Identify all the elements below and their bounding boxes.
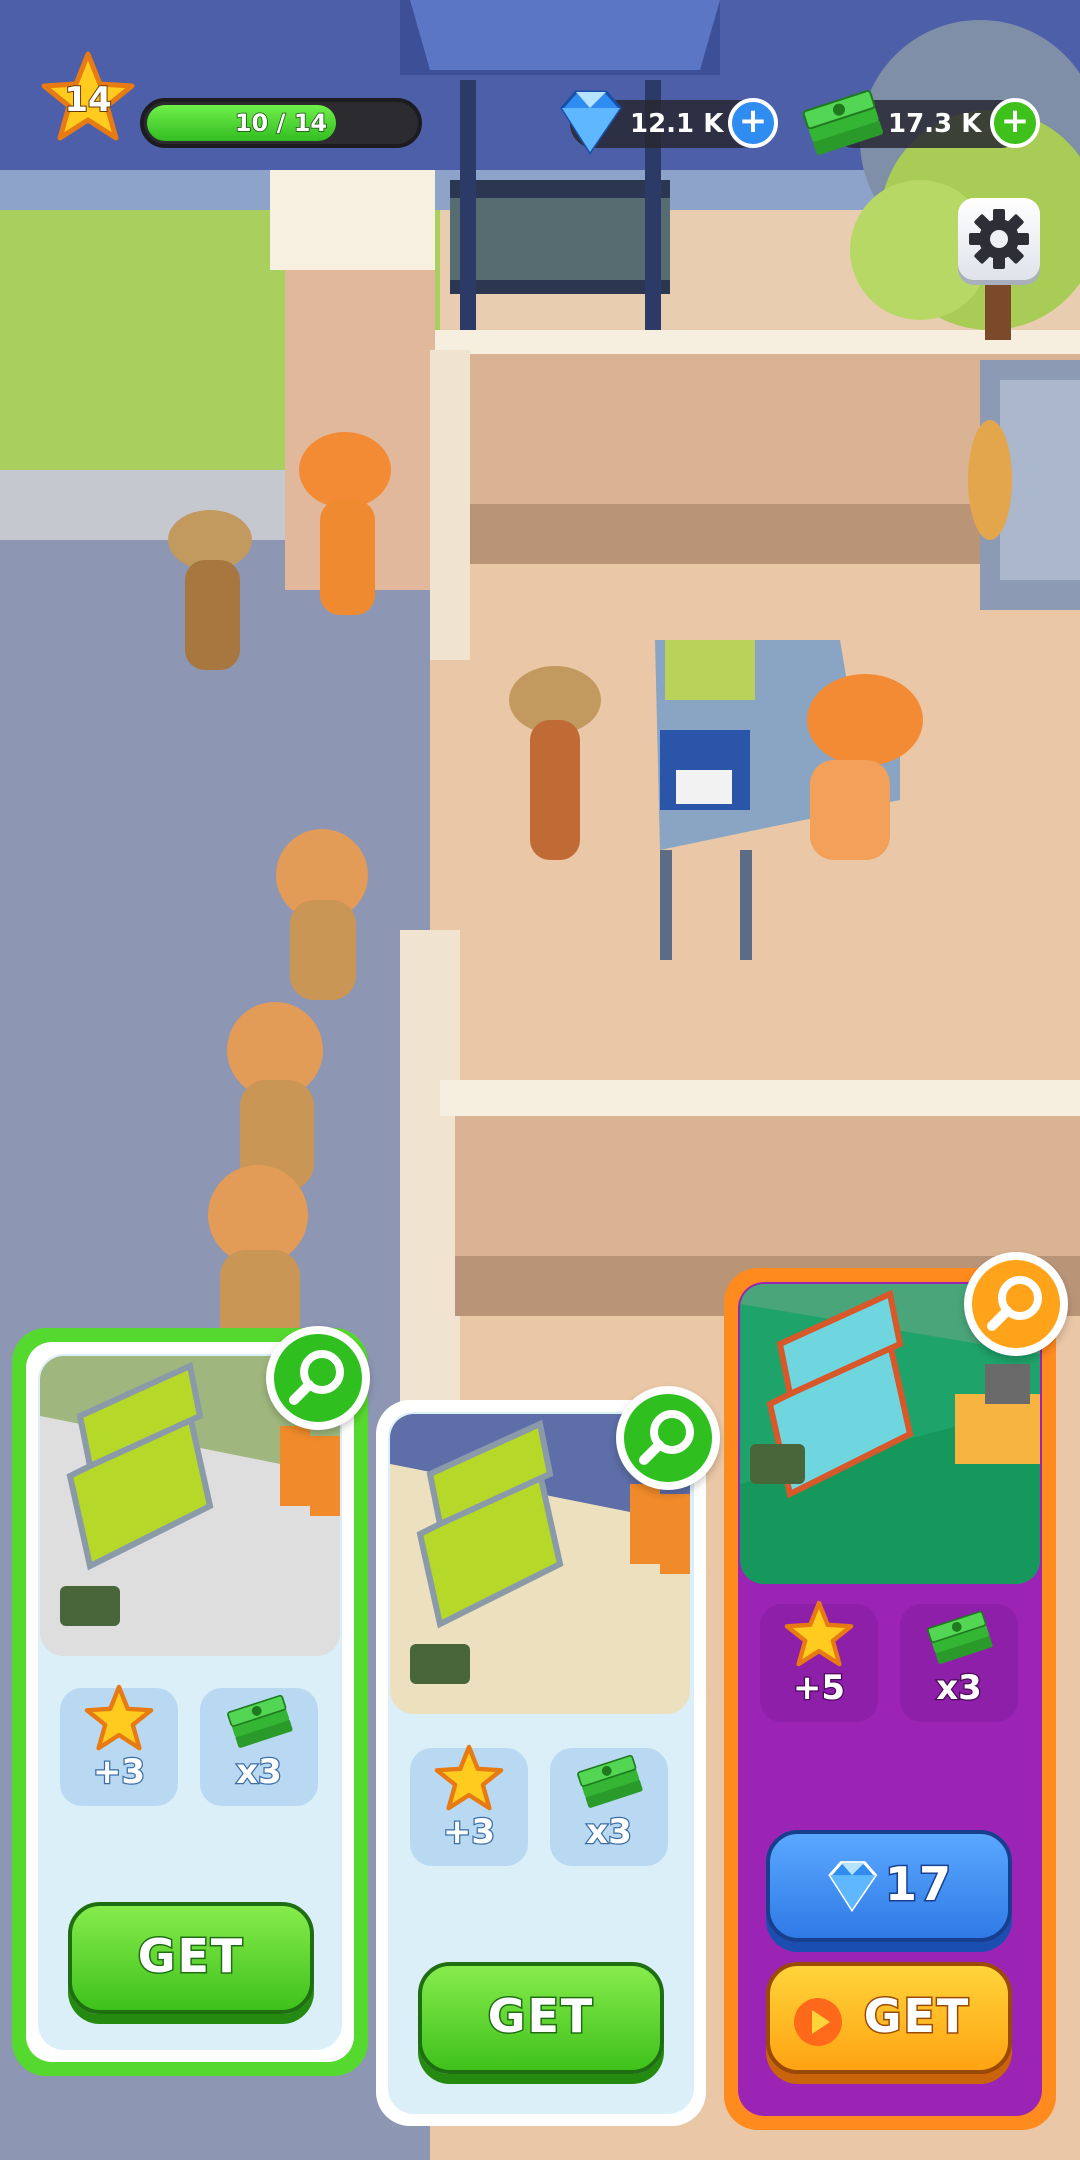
cash-reward-value: x3: [235, 1751, 283, 1794]
get-button-label: GET: [862, 1988, 971, 2045]
cash-stack-icon: [577, 1754, 643, 1808]
diamond-icon: [560, 90, 622, 155]
star-icon: [84, 1684, 154, 1751]
xp-progress-text: 10 / 14: [234, 108, 328, 138]
cash-value: 17.3 K: [888, 109, 982, 139]
magnifier-icon: [639, 1410, 694, 1465]
cash-stack-icon: [927, 1610, 993, 1664]
magnifier-icon: [987, 1276, 1042, 1331]
preview-button[interactable]: [616, 1386, 720, 1490]
star-reward-value: +3: [442, 1811, 497, 1854]
plus-icon: +: [738, 101, 768, 141]
add-cash-button[interactable]: +: [990, 98, 1040, 148]
star-reward-badge: +5: [760, 1600, 878, 1722]
level-number: 14: [63, 79, 112, 121]
add-gems-button[interactable]: +: [728, 98, 778, 148]
cash-reward-badge: x3: [900, 1604, 1018, 1722]
star-reward-badge: +3: [410, 1744, 528, 1866]
star-reward-value: +3: [92, 1751, 147, 1794]
cash-reward-value: x3: [585, 1811, 633, 1854]
star-icon: [784, 1600, 854, 1667]
get-button-label: GET: [486, 1988, 595, 2045]
cash-reward-value: x3: [935, 1667, 983, 1710]
gear-icon: [969, 209, 1029, 269]
settings-button[interactable]: [958, 198, 1040, 280]
star-reward-value: +5: [792, 1667, 847, 1710]
plus-icon: +: [1000, 101, 1030, 141]
cash-reward-badge: x3: [200, 1688, 318, 1806]
cash-stack-icon: [227, 1694, 293, 1748]
get-button[interactable]: GET: [68, 1902, 314, 2014]
magnifier-icon: [289, 1350, 344, 1405]
star-icon: [434, 1744, 504, 1811]
preview-button[interactable]: [964, 1252, 1068, 1356]
watch-ad-get-button[interactable]: GET: [766, 1962, 1012, 2074]
player-level-badge: 14: [40, 50, 136, 146]
xp-progress-bar: 10 / 14: [140, 98, 422, 148]
cash-reward-badge: x3: [550, 1748, 668, 1866]
buy-with-gems-button[interactable]: 17: [766, 1830, 1012, 1942]
preview-button[interactable]: [266, 1326, 370, 1430]
get-button[interactable]: GET: [418, 1962, 664, 2074]
cash-stack-icon: [802, 90, 883, 155]
gem-price-value: 17: [883, 1856, 953, 1913]
get-button-label: GET: [136, 1928, 245, 1985]
star-reward-badge: +3: [60, 1684, 178, 1806]
gems-value: 12.1 K: [630, 109, 724, 139]
